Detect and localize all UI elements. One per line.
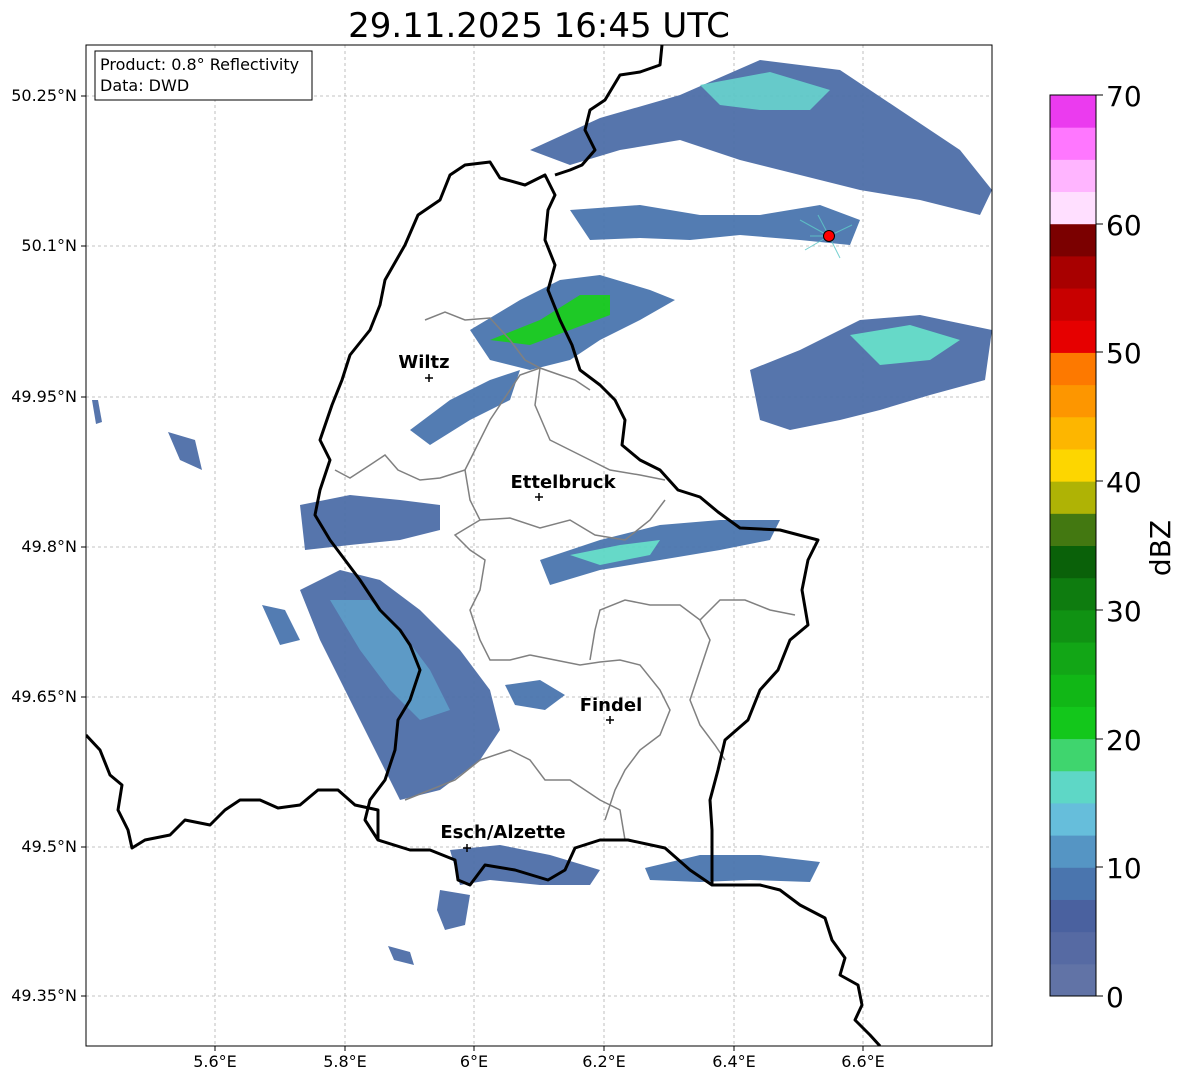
lat-tick-label: 49.95°N <box>11 387 77 406</box>
marker-ettelbruck <box>535 493 543 501</box>
colorbar-segment <box>1050 191 1096 225</box>
colorbar-segment <box>1050 352 1096 386</box>
colorbar-tick-label: 0 <box>1106 981 1124 1014</box>
colorbar-segment <box>1050 835 1096 868</box>
colorbar-tick-label: 50 <box>1106 337 1142 370</box>
city-label-esch: Esch/Alzette <box>440 822 565 843</box>
echo-west-edge-1 <box>262 605 300 645</box>
lat-tick-label: 50.25°N <box>11 86 77 105</box>
echo-north-cluster <box>570 205 860 245</box>
colorbar-segment <box>1050 320 1096 353</box>
colorbar-segment <box>1050 963 1096 997</box>
lat-tick-label: 49.8°N <box>21 537 77 556</box>
echo-mid-band <box>540 520 780 585</box>
colorbar-segment <box>1050 223 1096 257</box>
colorbar-segment <box>1050 384 1096 418</box>
lat-tick-label: 49.65°N <box>11 687 77 706</box>
lon-tick-label: 6.2°E <box>582 1052 626 1071</box>
colorbar <box>1050 95 1096 997</box>
border-france-west <box>86 733 380 850</box>
colorbar-segment <box>1050 867 1096 900</box>
colorbar-segment <box>1050 770 1096 804</box>
lon-tick-label: 6.4°E <box>712 1052 756 1071</box>
colorbar-segment <box>1050 416 1096 450</box>
echo-south-streak <box>437 890 470 930</box>
colorbar-segment <box>1050 674 1096 707</box>
info-product: Product: 0.8° Reflectivity <box>100 55 299 74</box>
echo-center-south <box>505 680 565 710</box>
colorbar-segment <box>1050 609 1096 643</box>
colorbar-segment <box>1050 738 1096 772</box>
colorbar-segment <box>1050 513 1096 546</box>
echo-south-tail <box>388 946 414 965</box>
colorbar-tick-label: 40 <box>1106 466 1142 499</box>
radar-map: Wiltz Ettelbruck Findel Esch/Alzette Pro… <box>11 44 1177 1071</box>
gridlines <box>86 45 992 1046</box>
echo-west-edge-3 <box>92 400 102 424</box>
marker-findel <box>606 716 614 724</box>
colorbar-segment <box>1050 255 1096 289</box>
colorbar-segment <box>1050 545 1096 579</box>
border-southeast <box>712 883 882 1046</box>
colorbar-segment <box>1050 481 1096 514</box>
city-label-findel: Findel <box>580 695 643 716</box>
info-data-source: Data: DWD <box>100 76 189 95</box>
colorbar-segment <box>1050 802 1096 836</box>
country-borders <box>86 45 882 1046</box>
colorbar-segment <box>1050 931 1096 965</box>
colorbar-segment <box>1050 95 1096 128</box>
lon-ticks <box>214 1046 864 1051</box>
echo-wiltz-band <box>410 370 520 445</box>
lon-tick-label: 6°E <box>460 1052 488 1071</box>
info-box: Product: 0.8° Reflectivity Data: DWD <box>94 50 313 101</box>
echo-west-edge-2 <box>168 432 202 470</box>
colorbar-tick-label: 30 <box>1106 595 1142 628</box>
lat-tick-label: 50.1°N <box>21 236 77 255</box>
colorbar-label: dBZ <box>1144 520 1177 576</box>
city-label-ettelbruck: Ettelbruck <box>510 472 616 493</box>
plot-frame <box>85 44 993 1047</box>
colorbar-tick-label: 60 <box>1106 209 1142 242</box>
colorbar-tick-label: 10 <box>1106 852 1142 885</box>
echo-esch-band <box>450 845 600 885</box>
colorbar-tick-label: 70 <box>1106 80 1142 113</box>
colorbar-segment <box>1050 642 1096 675</box>
marker-wiltz <box>425 374 433 382</box>
colorbar-segment <box>1050 288 1096 321</box>
colorbar-segment <box>1050 448 1096 482</box>
colorbar-segment <box>1050 899 1096 933</box>
lon-tick-label: 5.8°E <box>323 1052 367 1071</box>
city-label-wiltz: Wiltz <box>398 352 449 373</box>
colorbar-segment <box>1050 159 1096 193</box>
lat-ticks <box>81 95 86 997</box>
lon-tick-label: 6.6°E <box>841 1052 885 1071</box>
colorbar-ticks <box>1096 94 1103 997</box>
colorbar-segment <box>1050 577 1096 611</box>
echo-southeast-band <box>645 855 820 882</box>
colorbar-tick-label: 20 <box>1106 724 1142 757</box>
colorbar-segment <box>1050 706 1096 740</box>
lat-tick-label: 49.35°N <box>11 986 77 1005</box>
colorbar-segment <box>1050 127 1096 160</box>
lon-tick-label: 5.6°E <box>193 1052 237 1071</box>
lat-tick-label: 49.5°N <box>21 837 77 856</box>
